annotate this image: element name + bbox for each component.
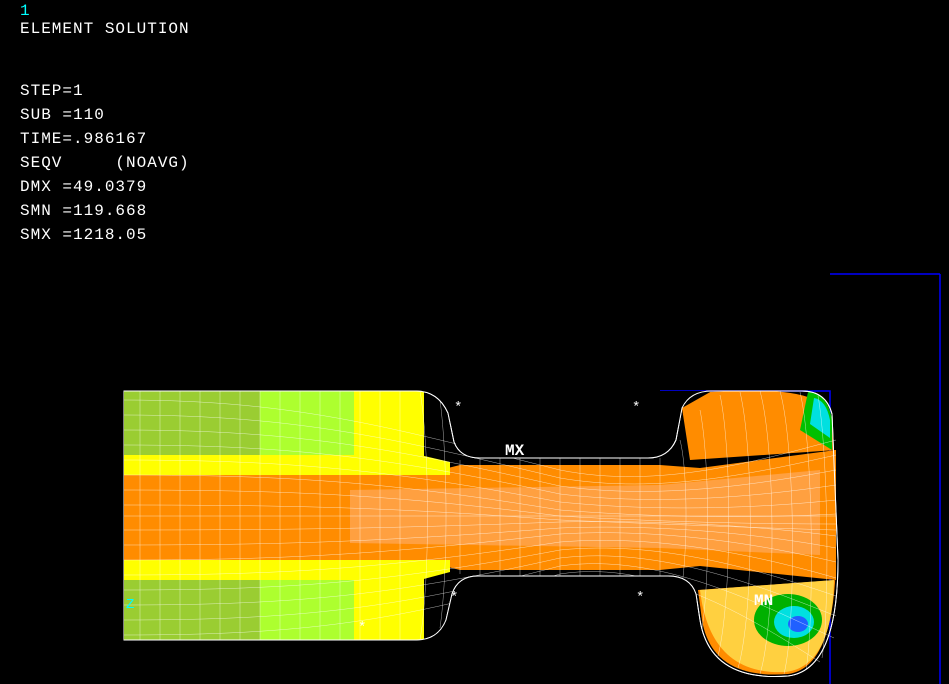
node-marker-icon: * bbox=[450, 590, 458, 606]
node-marker-icon: * bbox=[636, 590, 644, 606]
node-marker-icon: * bbox=[454, 400, 462, 416]
node-marker-icon: * bbox=[632, 400, 640, 416]
node-marker-icon: * bbox=[358, 620, 366, 636]
max-marker: MX bbox=[505, 442, 524, 460]
fea-contour-plot bbox=[0, 0, 949, 684]
min-marker: MN bbox=[754, 592, 773, 610]
axis-z-label: Z bbox=[126, 597, 134, 613]
